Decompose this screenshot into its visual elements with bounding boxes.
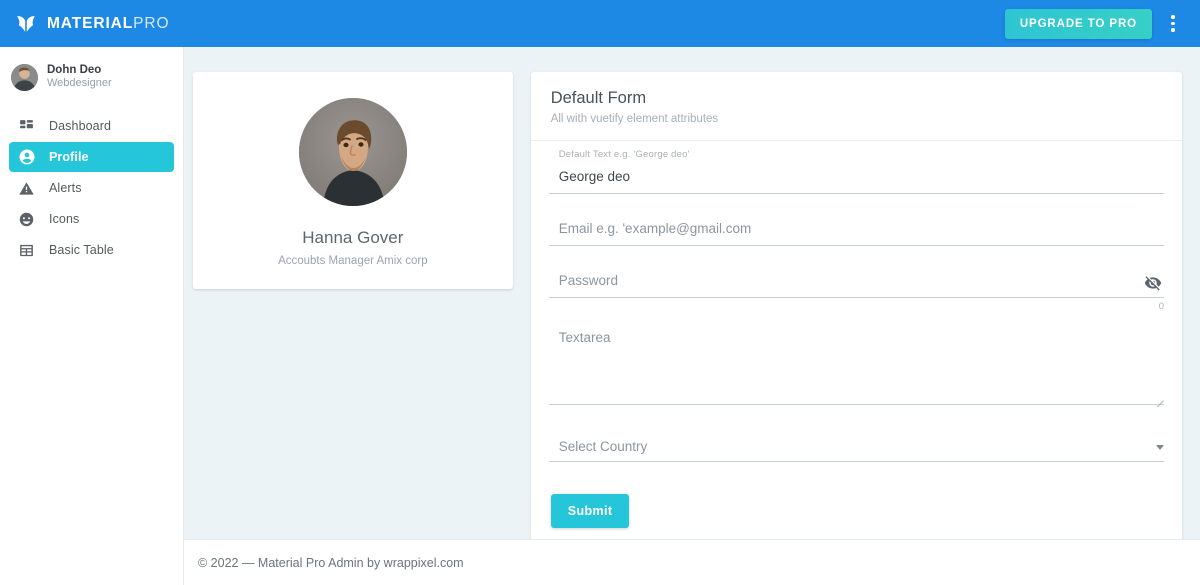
email-field-wrap [548, 194, 1164, 246]
dashboard-grid-icon [17, 117, 36, 136]
dot-3 [1171, 28, 1175, 32]
sidebar-nav: Dashboard Profile Alerts Icons Basic Tab… [0, 111, 183, 265]
textarea-field-wrap [548, 312, 1164, 405]
dots-vertical-icon[interactable] [1158, 5, 1188, 43]
sidebar-item-alerts[interactable]: Alerts [9, 173, 174, 203]
profile-photo [298, 98, 407, 206]
chevron-down-icon[interactable] [1156, 445, 1164, 450]
alert-triangle-icon [17, 179, 36, 198]
profile-name: Hanna Gover [302, 228, 404, 247]
profile-card: Hanna Gover Accoubts Manager Amix corp [193, 72, 513, 289]
brand-bold: MATERIAL [47, 14, 134, 32]
sidebar-item-label: Profile [49, 150, 89, 165]
submit-wrap: Submit [549, 462, 1164, 528]
sidebar-user-meta: Dohn Deo Webdesigner [47, 63, 112, 91]
sidebar-item-basic-table[interactable]: Basic Table [9, 235, 174, 265]
default-text-input[interactable] [548, 166, 1164, 186]
sidebar: Dohn Deo Webdesigner Dashboard Profile A… [0, 47, 184, 585]
email-line [548, 218, 1164, 246]
footer: © 2022 — Material Pro Admin by wrappixel… [184, 539, 1200, 585]
default-text-label: Default Text e.g. 'George deo' [558, 149, 690, 160]
select-country-field[interactable]: Select Country [548, 439, 1164, 462]
footer-text: © 2022 — Material Pro Admin by wrappixel… [198, 555, 464, 570]
email-field[interactable] [548, 218, 1164, 238]
sidebar-item-dashboard[interactable]: Dashboard [9, 111, 174, 141]
butterfly-logo-icon [14, 12, 38, 36]
sidebar-item-icons[interactable]: Icons [9, 204, 174, 234]
submit-button[interactable]: Submit [550, 494, 630, 528]
sidebar-item-label: Icons [49, 212, 80, 227]
dot-1 [1171, 15, 1175, 19]
sidebar-user-name: Dohn Deo [47, 64, 102, 76]
form-subtitle: All with vuetify element attributes [550, 113, 719, 125]
account-circle-icon [17, 148, 36, 167]
form-header: Default Form All with vuetify element at… [530, 72, 1182, 141]
brand[interactable]: MATERIALPRO [14, 12, 169, 36]
textarea-box [548, 329, 1164, 405]
textarea-field[interactable] [548, 329, 1164, 395]
sidebar-user-profile[interactable]: Dohn Deo Webdesigner [0, 55, 183, 99]
avatar [11, 63, 38, 91]
sidebar-user-role: Webdesigner [47, 77, 112, 90]
brand-light: PRO [133, 14, 170, 32]
app-root: MATERIALPRO UPGRADE TO PRO Dohn Deo Webd [0, 0, 1200, 585]
select-country-wrap: Select Country [548, 405, 1164, 462]
profile-role: Accoubts Manager Amix corp [278, 255, 428, 267]
content-row: Hanna Gover Accoubts Manager Amix corp D… [193, 72, 1182, 548]
dot-2 [1171, 21, 1175, 26]
select-country-value: Select Country [558, 439, 648, 454]
sidebar-item-label: Dashboard [49, 119, 112, 134]
upgrade-to-pro-button[interactable]: UPGRADE TO PRO [1004, 8, 1152, 39]
password-counter: 0 [1158, 301, 1164, 312]
default-form-card: Default Form All with vuetify element at… [530, 72, 1182, 548]
form-body: Default Text e.g. 'George deo' George de… [531, 141, 1182, 548]
emoticon-icon [17, 210, 36, 229]
default-text-field-wrap: Default Text e.g. 'George deo' [548, 149, 1164, 194]
table-grid-icon [17, 241, 36, 260]
sidebar-item-label: Alerts [49, 181, 82, 196]
eye-off-icon[interactable] [1144, 274, 1162, 292]
brand-text: MATERIALPRO [47, 15, 169, 33]
password-line [548, 270, 1164, 298]
form-title: Default Form [550, 89, 647, 107]
default-text-line [548, 166, 1164, 194]
password-field[interactable] [548, 270, 1164, 290]
main-content: Hanna Gover Accoubts Manager Amix corp D… [184, 47, 1200, 585]
sidebar-item-profile[interactable]: Profile [9, 142, 174, 173]
sidebar-item-label: Basic Table [49, 243, 114, 258]
top-navbar: MATERIALPRO UPGRADE TO PRO [0, 0, 1200, 47]
password-field-wrap: 0 [548, 246, 1164, 312]
